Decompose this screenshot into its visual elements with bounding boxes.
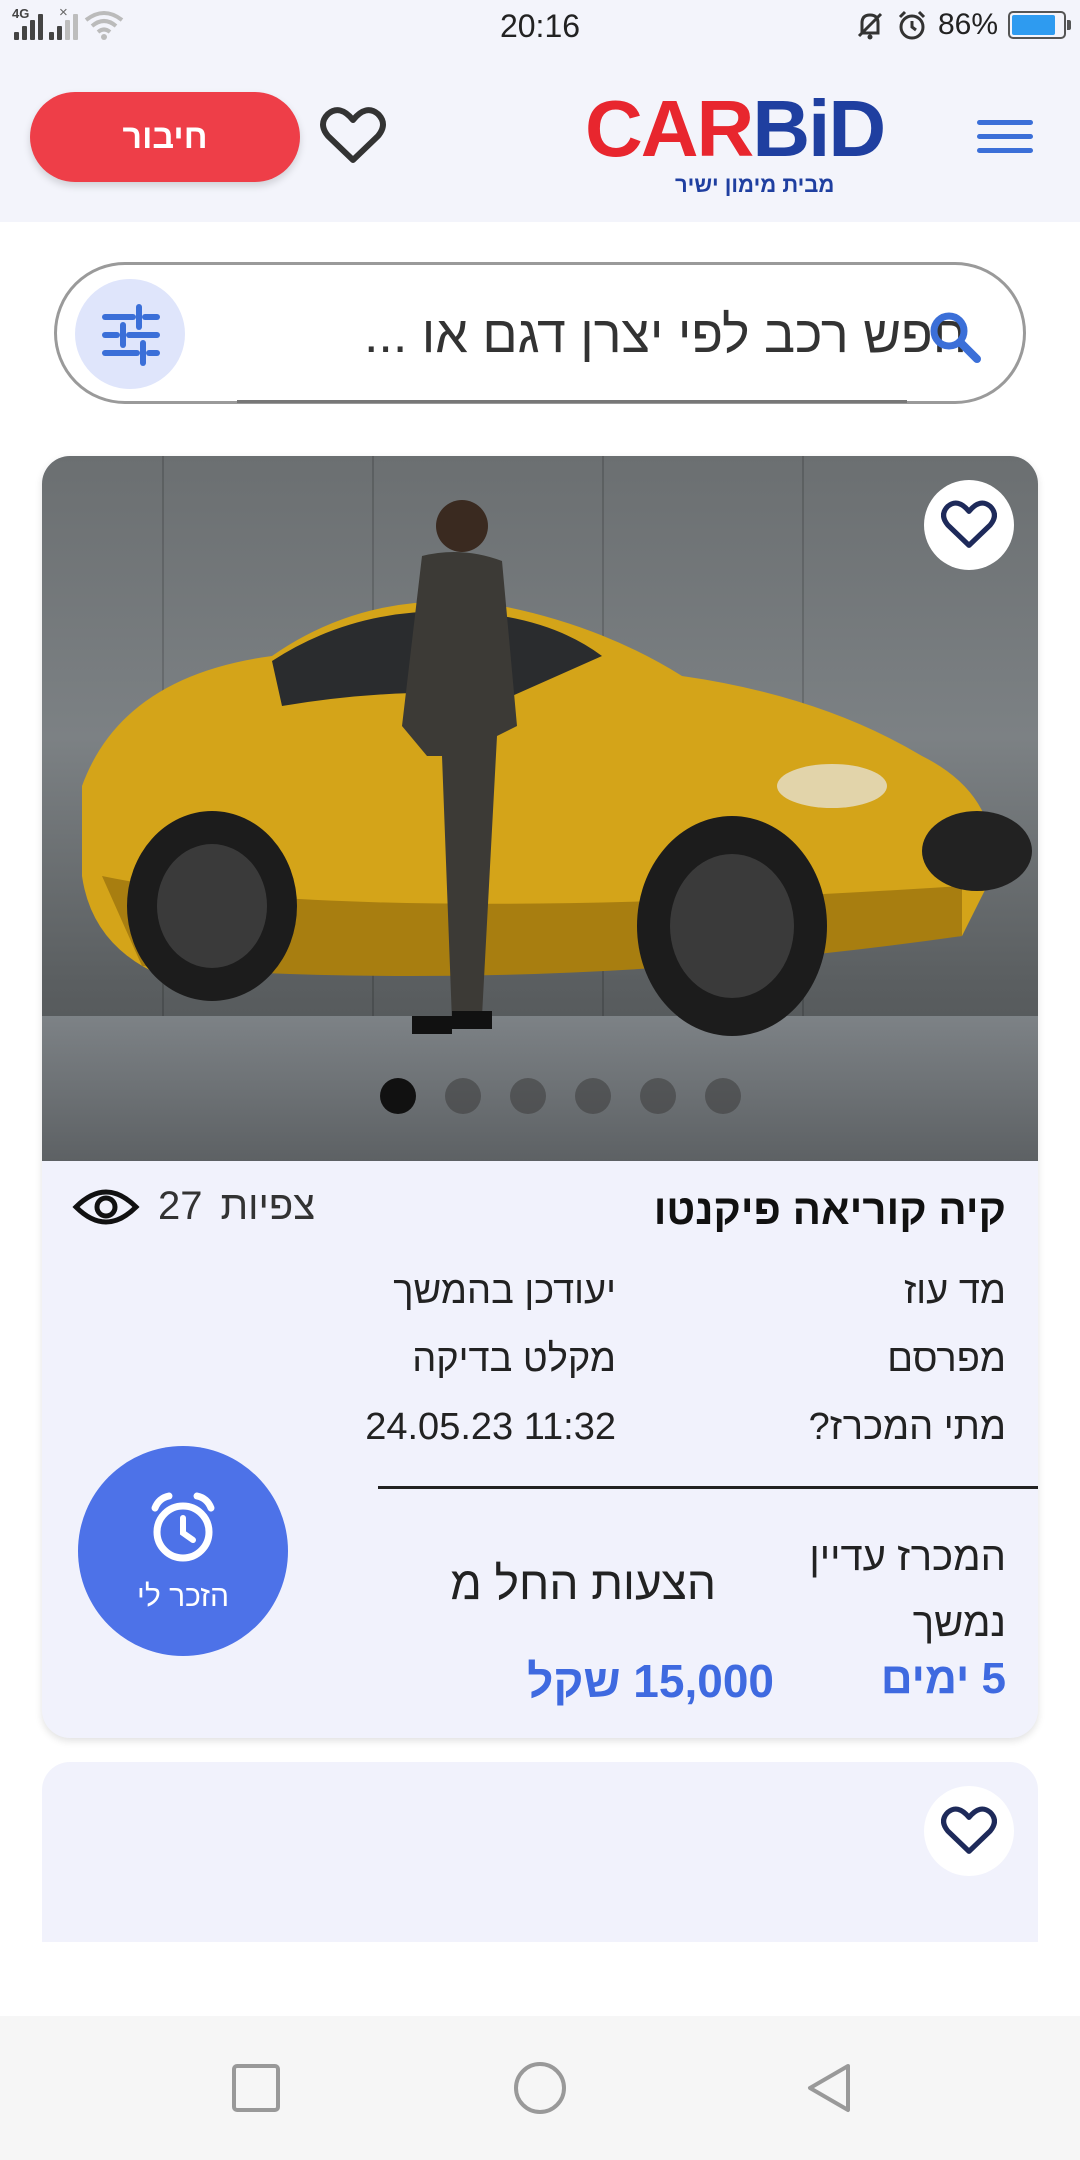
divider xyxy=(378,1486,1038,1489)
offers-label: הצעות החל מ xyxy=(450,1557,716,1609)
battery-percent: 86% xyxy=(937,8,998,41)
search-input[interactable]: חפש רכב לפי יצרן דגם או ... xyxy=(237,305,967,365)
remind-me-label: הזכר לי xyxy=(137,1580,229,1613)
views-count: 27 xyxy=(158,1184,203,1228)
car-photo[interactable] xyxy=(42,456,1038,1161)
views-label: צפיות xyxy=(220,1184,316,1228)
spec-label-publisher: מפרסם xyxy=(887,1338,1006,1380)
status-right: 86% xyxy=(854,8,1071,42)
carbid-logo[interactable]: CARBiD מבית מימון ישיר xyxy=(585,84,935,204)
carousel-dot[interactable] xyxy=(444,1078,481,1114)
remind-me-button[interactable]: הזכר לי xyxy=(78,1446,288,1656)
search-underline xyxy=(237,400,907,403)
eye-icon xyxy=(72,1189,140,1224)
battery-icon xyxy=(1008,11,1071,39)
home-circle-icon[interactable] xyxy=(512,2060,568,2116)
search-icon[interactable] xyxy=(925,307,985,367)
carousel-dot[interactable] xyxy=(704,1078,741,1114)
logo-tagline: מבית מימון ישיר xyxy=(675,172,835,197)
auction-status: המכרז עדיין נמשך xyxy=(809,1535,1006,1645)
views-counter: צפיות 27 xyxy=(72,1184,315,1229)
spec-value-auction-time: 11:32 24.05.23 xyxy=(365,1406,616,1448)
alarm-icon xyxy=(898,10,926,40)
starting-price: 15,000 שקל xyxy=(527,1655,774,1707)
days-left: 5 ימים xyxy=(880,1654,1006,1703)
carousel-dot[interactable] xyxy=(509,1078,546,1114)
favorites-heart-icon[interactable] xyxy=(320,106,386,166)
app-header: חיבור CARBiD מבית מימון ישיר xyxy=(0,56,1080,222)
favorite-button-2[interactable] xyxy=(924,1786,1014,1876)
spec-label-mileage: מד עוז xyxy=(904,1270,1006,1312)
spec-value-mileage: יעודכן בהמשך xyxy=(393,1270,616,1312)
alarm-clock-icon xyxy=(151,1492,215,1562)
menu-icon[interactable] xyxy=(977,120,1033,160)
system-nav-bar xyxy=(0,2016,1080,2160)
favorite-button[interactable] xyxy=(924,480,1014,570)
carousel-dot[interactable] xyxy=(639,1078,676,1114)
recents-square-icon[interactable] xyxy=(228,2060,284,2116)
status-bar: 4G × 20:16 86% xyxy=(0,0,1080,56)
spec-value-publisher: מקלט בדיקה xyxy=(412,1338,616,1380)
login-button[interactable]: חיבור xyxy=(30,92,300,182)
heart-icon xyxy=(941,1806,997,1854)
image-carousel-dots[interactable] xyxy=(42,1078,1038,1114)
spec-label-auction-time: מתי המכרז? xyxy=(808,1406,1006,1448)
car-title: קיה קוריאה פיקנטו xyxy=(653,1186,1006,1233)
heart-icon xyxy=(941,500,997,548)
search-bar[interactable]: חפש רכב לפי יצרן דגם או ... xyxy=(54,262,1026,404)
back-triangle-icon[interactable] xyxy=(800,2060,856,2116)
content-bottom xyxy=(0,1942,1080,2016)
mute-bell-icon xyxy=(857,12,883,40)
car-illustration xyxy=(82,500,1032,1036)
filter-button[interactable] xyxy=(75,279,185,389)
carousel-dot[interactable] xyxy=(379,1078,416,1114)
listing-card[interactable]: קיה קוריאה פיקנטו צפיות 27 מד עוז יעודכן… xyxy=(42,456,1038,1738)
sliders-icon xyxy=(102,304,160,366)
carousel-dot[interactable] xyxy=(574,1078,611,1114)
